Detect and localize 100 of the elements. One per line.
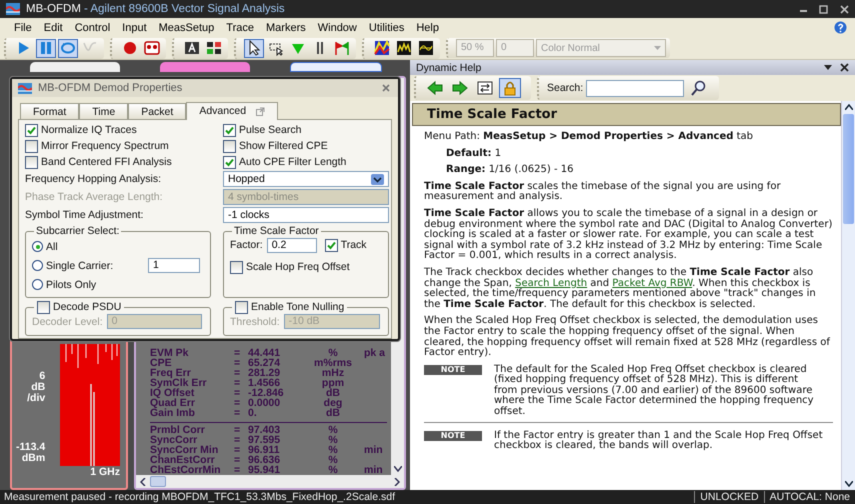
range-value: Range: 1/16 (.0625) - 16 bbox=[445, 165, 574, 176]
pause-button[interactable] bbox=[36, 38, 56, 58]
app-logo-icon bbox=[18, 82, 32, 94]
equals-sign: = bbox=[234, 424, 242, 435]
scope-button[interactable] bbox=[416, 38, 436, 58]
field-label: Symbol Time Adjustment: bbox=[25, 208, 144, 222]
spectrum-icon bbox=[396, 40, 412, 56]
result-value: 281.29 bbox=[248, 368, 282, 378]
result-name: Gain Imb bbox=[150, 408, 196, 419]
lock-button[interactable] bbox=[499, 78, 521, 98]
menu-item[interactable]: Window bbox=[312, 22, 363, 34]
tab[interactable]: Format bbox=[20, 103, 80, 119]
loop-button[interactable] bbox=[58, 38, 78, 58]
menu-item[interactable]: Help bbox=[410, 22, 445, 34]
tab[interactable]: Packet bbox=[128, 103, 186, 119]
vertical-scrollbar[interactable] bbox=[841, 101, 855, 490]
checkbox[interactable] bbox=[25, 140, 38, 152]
equals-sign: = bbox=[234, 434, 242, 445]
result-name: Prmbl Corr bbox=[150, 424, 206, 435]
recorder-button[interactable] bbox=[142, 38, 162, 58]
result-value: 0.0000 bbox=[248, 398, 282, 408]
menu-item[interactable]: Trace bbox=[220, 22, 260, 34]
result-value: 65.274 bbox=[248, 358, 282, 368]
menu-path: Menu Path: MeasSetup > Demod Properties > Advanced tab bbox=[424, 132, 754, 143]
help-link[interactable]: Packet Avg RBW bbox=[612, 278, 692, 289]
radio-label: Single Carrier: bbox=[46, 260, 114, 272]
result-value: 96.636 bbox=[248, 454, 282, 465]
equals-sign: = bbox=[234, 454, 242, 465]
status-message: Measurement paused - recording MBOFDM_TFC1_53.3Mbs_FixedHop_.2Scale.sdf bbox=[3, 491, 396, 503]
reference-label: -113.4 bbox=[16, 442, 46, 453]
checkbox-label: Show Filtered CPE bbox=[239, 140, 328, 152]
result-name: ChanEstCorr bbox=[150, 454, 215, 465]
pointer-button[interactable] bbox=[244, 38, 264, 58]
tab[interactable]: Time bbox=[79, 103, 128, 119]
letter-a-icon bbox=[184, 40, 200, 56]
maximize-icon bbox=[819, 4, 828, 14]
heatmap-button[interactable] bbox=[372, 38, 392, 58]
group-title: Time Scale Factor bbox=[233, 225, 320, 237]
radio-button[interactable] bbox=[32, 279, 43, 290]
checkbox[interactable] bbox=[324, 238, 338, 252]
search-icon bbox=[690, 80, 706, 96]
window-subtitle: - Agilent 89600B Vector Signal Analysis bbox=[84, 3, 285, 15]
checkbox-label: Mirror Frequency Spectrum bbox=[41, 140, 169, 152]
search-field[interactable] bbox=[586, 80, 684, 96]
scroll-thumb[interactable] bbox=[150, 476, 166, 487]
note-badge: NOTE bbox=[424, 430, 482, 441]
checkbox[interactable] bbox=[223, 156, 236, 168]
menu-item[interactable]: MeasSetup bbox=[152, 22, 220, 34]
checkbox[interactable] bbox=[230, 260, 243, 274]
result-name: Freq Err bbox=[150, 368, 192, 378]
field-label: Threshold: bbox=[230, 316, 280, 328]
heatmap-icon bbox=[374, 40, 390, 56]
result-note: min bbox=[363, 464, 383, 475]
menu-item[interactable]: Utilities bbox=[362, 22, 410, 34]
horizontal-scrollbar[interactable] bbox=[136, 475, 404, 488]
menu-item[interactable]: Input bbox=[116, 22, 153, 34]
result-unit: ppm bbox=[320, 378, 346, 388]
text-field[interactable]: -1 clocks bbox=[223, 207, 389, 223]
menu-item[interactable]: File bbox=[8, 22, 38, 34]
result-unit: dB bbox=[326, 388, 340, 398]
result-name: IQ Offset bbox=[150, 388, 194, 398]
equals-sign: = bbox=[234, 388, 242, 398]
result-value: 44.441 bbox=[248, 348, 282, 358]
result-note: pk a bbox=[363, 348, 386, 358]
checkbox[interactable] bbox=[25, 156, 38, 168]
scroll-thumb[interactable] bbox=[843, 114, 854, 224]
carrier-field[interactable]: 1 bbox=[148, 258, 200, 273]
hopping-dropdown[interactable]: Hopped bbox=[223, 171, 389, 187]
search-label: Search: bbox=[547, 82, 584, 94]
spectrum-button[interactable] bbox=[394, 38, 414, 58]
caret-icon bbox=[654, 46, 661, 50]
center-frequency-label: 1 GHz bbox=[90, 466, 120, 478]
pop-out-icon bbox=[256, 106, 266, 116]
trace-tab[interactable] bbox=[290, 62, 382, 72]
factor-field[interactable]: 0.2 bbox=[266, 238, 317, 252]
help-link[interactable]: Search Length bbox=[515, 278, 588, 289]
equals-sign: = bbox=[234, 358, 242, 368]
checkbox[interactable] bbox=[223, 124, 236, 136]
scale-label: /div bbox=[27, 393, 46, 404]
dialog-title: MB-OFDM Demod Properties bbox=[38, 82, 182, 94]
note-text: The default for the Scaled Hop Freq Offset checkbox is cleared (fixed hopping frequency offset of 528 MHz). This is different from previous versions (7.00 and earlier) of the 89600 software where the Time Scale Factor determined the hopping frequency offset. bbox=[494, 364, 815, 418]
window-title: MB-OFDM bbox=[26, 3, 81, 15]
result-value: -12.846 bbox=[248, 388, 285, 398]
tab[interactable]: Advanced bbox=[186, 102, 278, 120]
menu-item[interactable]: Markers bbox=[260, 22, 312, 34]
menu-item[interactable]: Edit bbox=[38, 22, 69, 34]
checkbox[interactable] bbox=[223, 140, 236, 152]
result-value: 0. bbox=[248, 408, 258, 419]
radio-button[interactable] bbox=[32, 241, 43, 252]
checkbox-label: Enable Tone Nulling bbox=[251, 301, 344, 313]
help-icon bbox=[834, 21, 847, 34]
radio-button[interactable] bbox=[32, 260, 43, 271]
checkbox-label: Scale Hop Freq Offset bbox=[246, 261, 350, 273]
group-title: Subcarrier Select: bbox=[35, 225, 120, 237]
scale-label: 6 bbox=[39, 371, 46, 382]
checkbox[interactable] bbox=[25, 124, 38, 136]
help-paragraph: The Track checkbox decides whether changes to the Time Scale Factor also change the Span, Search Length and Packet Avg RBW. When this checkbox is selected, the time/frequency parameters mentioned above "track" changes in the Time Scale Factor. The default for this checkbox is selected. bbox=[424, 268, 817, 310]
menu-item[interactable]: Control bbox=[68, 22, 116, 34]
loop-icon bbox=[60, 40, 76, 56]
result-unit: % bbox=[327, 434, 339, 445]
